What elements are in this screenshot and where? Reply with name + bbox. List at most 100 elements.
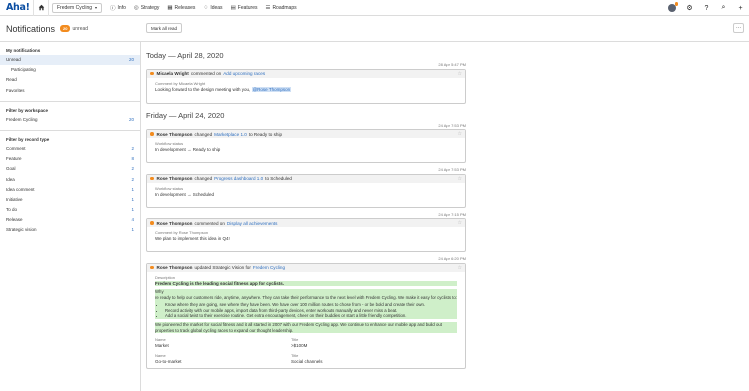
home-button[interactable]	[33, 0, 49, 16]
page-title: Notifications	[6, 23, 56, 34]
day-heading-today: Today — April 28, 2020	[146, 50, 224, 60]
info-icon: ⓘ	[110, 5, 116, 12]
sidebar-item-goal[interactable]: Goal 2	[0, 164, 140, 174]
add-icon[interactable]: +	[732, 5, 749, 12]
sidebar-item-label: To do	[6, 207, 18, 213]
action-text: changed	[194, 131, 213, 137]
timestamp: 24 Apr 7:53 PM	[438, 167, 466, 172]
home-icon	[38, 4, 44, 11]
sidebar-item-count: 20	[128, 57, 134, 62]
roadmap-icon: ☰	[265, 4, 271, 11]
comment-body: Looking forward to the design meeting wi…	[155, 86, 251, 92]
sidebar-item-idea[interactable]: Idea 2	[0, 175, 140, 185]
workspace-selector[interactable]: Fredem Cycling ▾	[52, 2, 103, 13]
notification-body: Description Fredem Cycling is the leadin…	[147, 272, 465, 369]
notification-header: Rose Thompson commented on Display all a…	[147, 219, 465, 227]
nav-label: Strategy	[140, 4, 160, 11]
sidebar-item-count: 8	[131, 156, 134, 162]
record-link[interactable]: Add upcoming races	[223, 71, 265, 76]
sidebar-item-participating[interactable]: Participating	[0, 65, 140, 75]
unread-dot	[150, 71, 154, 76]
notification-header: Micaela Wright commented on Add upcoming…	[147, 69, 465, 78]
sidebar-item-read[interactable]: Read	[0, 75, 140, 85]
star-icon[interactable]: ☆	[458, 71, 462, 77]
sidebar-item-workspace[interactable]: Fredem Cycling 20	[0, 115, 140, 125]
aha-logo[interactable]: Aha!	[0, 2, 33, 13]
sidebar-item-count: 1	[131, 196, 134, 202]
nav-label: Features	[237, 4, 258, 11]
mark-all-read-button[interactable]: Mark all read	[146, 23, 183, 33]
field-value: In development → Ready to ship	[155, 147, 221, 152]
record-link[interactable]: Fredem Cycling	[253, 265, 285, 270]
notification-card[interactable]: Rose Thompson commented on Display all a…	[146, 218, 466, 252]
timestamp: 28 Apr 5:47 PM	[438, 62, 466, 67]
unread-label: unread	[72, 25, 89, 32]
lightbulb-icon: ♢	[203, 4, 209, 11]
nav-label: Ideas	[210, 4, 223, 11]
unread-dot	[150, 221, 154, 225]
star-icon[interactable]: ☆	[458, 176, 462, 182]
sidebar-item-initiative[interactable]: Initiative 1	[0, 195, 140, 205]
nav-info[interactable]: ⓘ Info	[110, 4, 126, 12]
nav-releases[interactable]: ▦ Releases	[167, 5, 195, 11]
notification-card[interactable]: Rose Thompson changed Progress dashboard…	[146, 173, 466, 208]
star-icon[interactable]: ☆	[458, 131, 462, 137]
sidebar-item-strategic-vision[interactable]: Strategic vision 1	[0, 225, 140, 235]
sidebar-item-label: Participating	[11, 67, 36, 73]
notifications-feed: Today — April 28, 2020 28 Apr 5:47 PM Mi…	[146, 42, 466, 391]
unread-dot	[150, 132, 154, 136]
notification-body: Workflow status In development → Schedul…	[147, 183, 465, 207]
sidebar-item-label: Favorites	[6, 87, 25, 93]
sidebar-item-label: Comment	[6, 145, 26, 151]
top-navigation-bar: Aha! Fredem Cycling ▾ ⓘ Info ◎ Strategy ▦ R…	[0, 0, 749, 16]
sidebar-item-release[interactable]: Release 4	[0, 215, 140, 225]
notification-body: Comment by Micaela Wright Looking forwar…	[147, 78, 465, 103]
help-icon[interactable]: ?	[698, 5, 715, 12]
notifications-sidebar: My notifications Unread 20 Participating …	[0, 42, 141, 391]
unread-count-badge: 20	[60, 25, 71, 32]
mention-tag[interactable]: @Rose Thompson	[251, 86, 292, 92]
sidebar-item-to-do[interactable]: To do 1	[0, 205, 140, 215]
sidebar-item-comment[interactable]: Comment 2	[0, 144, 140, 154]
more-options-button[interactable]: ···	[733, 23, 744, 33]
field-row: Name Go-to-market Title Social channels	[155, 353, 457, 365]
sidebar-item-count: 1	[131, 227, 134, 233]
record-link[interactable]: Display all achievements	[227, 221, 278, 226]
sidebar-item-favorites[interactable]: Favorites	[0, 86, 140, 96]
actor-name: Rose Thompson	[156, 220, 193, 226]
nav-features[interactable]: ▤ Features	[231, 5, 258, 11]
sidebar-item-label: Fredem Cycling	[6, 116, 38, 122]
vision-paragraph: re ready to help our customers ride, any…	[155, 294, 457, 300]
sidebar-item-feature[interactable]: Feature 8	[0, 154, 140, 164]
sidebar-item-count: 2	[131, 145, 134, 151]
star-icon[interactable]: ☆	[458, 220, 462, 226]
notification-card[interactable]: Rose Thompson changed Marketplace 1.0 to…	[146, 129, 466, 163]
record-link[interactable]: Marketplace 1.0	[214, 132, 247, 137]
sidebar-item-count: 20	[128, 116, 134, 122]
field-value: Market	[155, 343, 169, 349]
notification-header: Rose Thompson changed Progress dashboard…	[147, 174, 465, 183]
avatar[interactable]	[668, 2, 678, 12]
search-icon[interactable]: ⌕	[715, 4, 732, 12]
my-notifications-heading: My notifications	[6, 48, 41, 53]
nav-strategy[interactable]: ◎ Strategy	[134, 5, 159, 11]
nav-roadmaps[interactable]: ☰ Roadmaps	[266, 5, 297, 11]
notification-header: Rose Thompson changed Marketplace 1.0 to…	[147, 130, 465, 138]
calendar-icon: ▦	[167, 4, 173, 11]
sidebar-item-unread[interactable]: Unread 20	[0, 55, 140, 66]
sidebar-item-count: 4	[131, 217, 134, 223]
record-link[interactable]: Progress dashboard 1.0	[214, 176, 263, 181]
unread-dot	[150, 176, 154, 181]
notification-card[interactable]: Micaela Wright commented on Add upcoming…	[146, 68, 466, 104]
vision-headline: Fredem Cycling is the leading social fit…	[155, 280, 457, 287]
filter-workspace-heading: Filter by workspace	[6, 107, 49, 113]
star-icon[interactable]: ☆	[458, 265, 462, 271]
nav-ideas[interactable]: ♢ Ideas	[203, 5, 222, 11]
sidebar-item-label: Release	[6, 217, 23, 223]
vision-added-block: Why re ready to help our customers ride,…	[155, 289, 457, 320]
notification-card[interactable]: Rose Thompson updated Strategic Vision f…	[146, 262, 466, 370]
sidebar-item-label: Strategic vision	[6, 227, 37, 233]
settings-gear-icon[interactable]: ⚙	[681, 4, 698, 12]
sidebar-item-idea-comment[interactable]: Idea comment 1	[0, 185, 140, 195]
sidebar-item-label: Idea comment	[6, 186, 35, 192]
